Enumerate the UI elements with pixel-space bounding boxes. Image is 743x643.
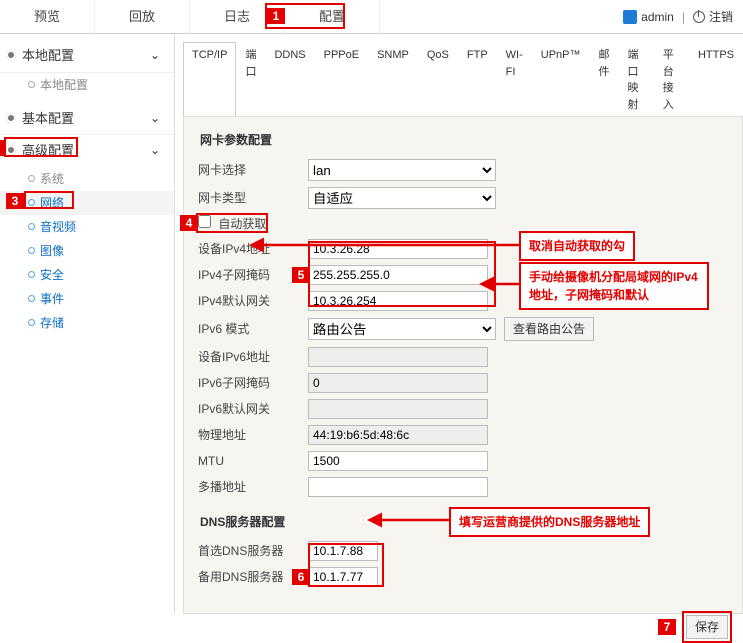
tab-playback[interactable]: 回放 [95,0,190,34]
tab-preview[interactable]: 预览 [0,0,95,34]
username: admin [641,8,674,26]
lbl-ipv4-gw: IPv4默认网关 [198,292,308,310]
lbl-mac: 物理地址 [198,426,308,444]
callout-6: 填写运营商提供的DNS服务器地址 [449,507,650,537]
sub-tabs: TCP/IP 端口 DDNS PPPoE SNMP QoS FTP WI-FI … [183,42,743,117]
ipv6-prefix-input [308,373,488,393]
sidebar-group-advanced[interactable]: 2 高级配置⌄ [0,135,174,167]
sidebar-group-basic[interactable]: 基本配置⌄ [0,103,174,136]
ipv6-mode-select[interactable]: 路由公告 [308,318,496,340]
subtab-upnp[interactable]: UPnP™ [532,42,590,117]
subtab-snmp[interactable]: SNMP [368,42,418,117]
subtab-ftp[interactable]: FTP [458,42,497,117]
callout-4: 取消自动获取的勾 [519,231,635,261]
save-button[interactable]: 保存 [686,615,728,639]
subtab-ddns[interactable]: DDNS [265,42,314,117]
ipv6-addr-input [308,347,488,367]
multicast-input[interactable] [308,477,488,497]
sidebar-item-av[interactable]: 音视频 [0,215,174,239]
user-area: admin | 注销 [613,8,743,26]
form-panel: 网卡参数配置 网卡选择 lan 网卡类型 自适应 4 自动获取 设备IPv4地址… [183,116,743,614]
sidebar-item-image[interactable]: 图像 [0,239,174,263]
subtab-https[interactable]: HTTPS [689,42,743,117]
nic-type-select[interactable]: 自适应 [308,187,496,209]
sidebar-item-local-config[interactable]: 本地配置 [0,73,174,97]
arrow-4 [254,241,524,257]
subtab-port[interactable]: 端口 [236,42,265,117]
sidebar: 本地配置⌄ 本地配置 基本配置⌄ 2 高级配置⌄ 系统 3 网络 音视频 图像 … [0,34,175,614]
nic-select[interactable]: lan [308,159,496,181]
annotation-7-num: 7 [658,619,676,635]
sidebar-item-storage[interactable]: 存储 [0,311,174,335]
subtab-pppoe[interactable]: PPPoE [315,42,368,117]
sidebar-item-event[interactable]: 事件 [0,287,174,311]
lbl-nic-type: 网卡类型 [198,189,308,207]
subtab-wifi[interactable]: WI-FI [497,42,532,117]
logout-link[interactable]: 注销 [709,8,733,26]
sidebar-item-network[interactable]: 3 网络 [0,191,174,215]
annotation-2-box [4,137,78,157]
section-nic: 网卡参数配置 [200,131,728,149]
annotation-4-box [196,213,268,233]
annotation-3-num: 3 [6,193,24,209]
annotation-6-box [308,543,384,587]
subtab-tcpip[interactable]: TCP/IP [183,42,236,117]
subtab-mail[interactable]: 邮件 [590,42,619,117]
lbl-ipv6-addr: 设备IPv6地址 [198,348,308,366]
lbl-ipv6-mode: IPv6 模式 [198,320,308,338]
sidebar-item-security[interactable]: 安全 [0,263,174,287]
mac-input [308,425,488,445]
sidebar-item-system[interactable]: 系统 [0,167,174,191]
arrow-5 [484,279,524,291]
subtab-qos[interactable]: QoS [418,42,458,117]
logout-icon[interactable] [693,11,705,23]
lbl-multicast: 多播地址 [198,478,308,496]
top-nav: 预览 回放 日志 1 配置 admin | 注销 [0,0,743,34]
annotation-1-box [265,3,345,29]
user-icon [623,10,637,24]
subtab-portmap[interactable]: 端口映射 [619,42,654,117]
sidebar-group-local[interactable]: 本地配置⌄ [0,40,174,73]
ipv6-gw-input [308,399,488,419]
callout-5: 手动给摄像机分配局域网的IPv4地址，子网掩码和默认 [519,262,709,310]
tab-config[interactable]: 1 配置 [285,0,380,34]
subtab-platform[interactable]: 平台接入 [654,42,689,117]
lbl-dns-primary: 首选DNS服务器 [198,542,308,560]
mtu-input[interactable] [308,451,488,471]
annotation-3-box [24,191,74,209]
lbl-mtu: MTU [198,452,308,470]
arrow-6 [372,515,452,527]
view-route-btn[interactable]: 查看路由公告 [504,317,594,341]
lbl-ipv6-gw: IPv6默认网关 [198,400,308,418]
lbl-nic-select: 网卡选择 [198,161,308,179]
lbl-ipv6-prefix: IPv6子网掩码 [198,374,308,392]
